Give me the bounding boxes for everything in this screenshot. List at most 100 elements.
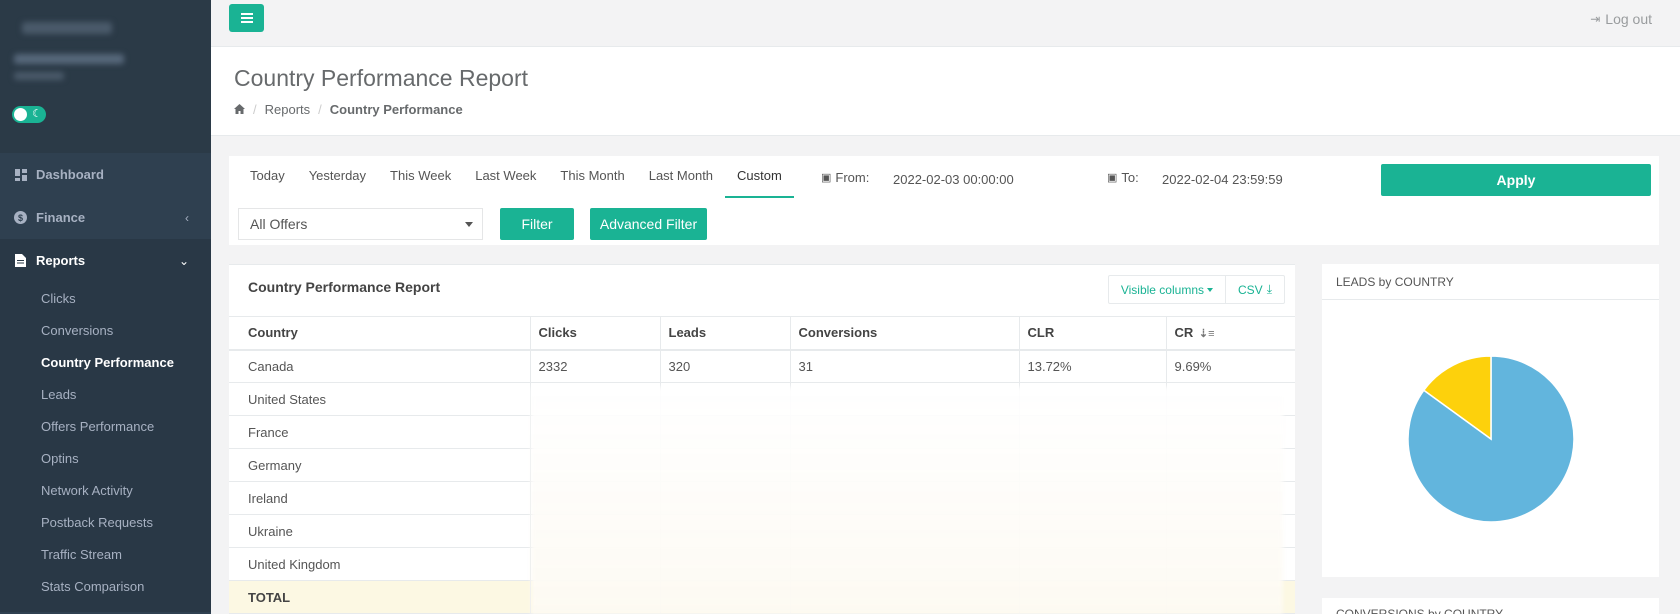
from-label-text: From:	[835, 170, 870, 185]
cell-clicks: 2332	[529, 349, 660, 383]
breadcrumb-current: Country Performance	[329, 102, 463, 117]
sidebar-subitem-country-performance[interactable]: Country Performance	[0, 346, 211, 378]
moon-icon: ☾	[32, 108, 42, 120]
csv-button[interactable]: CSV ⤓	[1225, 276, 1284, 303]
dollar-icon: $	[14, 211, 27, 224]
home-icon[interactable]	[234, 102, 245, 117]
cr-header-label: CR	[1174, 325, 1194, 341]
table-row: Canada 2332 320 31 13.72% 9.69%	[229, 349, 1295, 383]
svg-text:$: $	[18, 213, 23, 223]
column-header-cr[interactable]: CR ⇣≡	[1165, 316, 1295, 351]
tab-last-month[interactable]: Last Month	[637, 165, 725, 198]
caret-down-icon	[1207, 287, 1213, 292]
sidebar-item-finance[interactable]: $ Finance ‹	[0, 196, 211, 239]
filter-button[interactable]: Filter	[500, 208, 574, 240]
conversions-chart-title: CONVERSIONS by COUNTRY	[1336, 607, 1504, 614]
to-label: ▣ To:	[1107, 170, 1139, 185]
cell-country: Ireland	[229, 481, 530, 515]
offers-select[interactable]: All Offers	[238, 208, 483, 240]
sign-out-icon: ⇥	[1590, 12, 1601, 26]
tab-yesterday[interactable]: Yesterday	[297, 165, 378, 198]
sidebar-item-dashboard[interactable]: Dashboard	[0, 153, 211, 196]
cell-country: United Kingdom	[229, 547, 530, 581]
column-header-clr[interactable]: CLR	[1018, 316, 1166, 351]
conversions-chart-panel: CONVERSIONS by COUNTRY	[1322, 598, 1659, 614]
caret-down-icon	[465, 222, 473, 227]
report-actions: Visible columns CSV ⤓	[1107, 275, 1285, 304]
blurred-data-overlay	[531, 387, 1283, 614]
sidebar-subitem-optins[interactable]: Optins	[0, 442, 211, 474]
cell-country: United States	[229, 382, 530, 416]
cell-total-label: TOTAL	[229, 580, 530, 614]
sidebar-subitem-offers-performance[interactable]: Offers Performance	[0, 410, 211, 442]
page-title: Country Performance Report	[234, 65, 529, 91]
sidebar-item-reports[interactable]: Reports ⌄	[0, 239, 211, 282]
menu-toggle-button[interactable]	[229, 4, 264, 32]
hamburger-icon	[240, 13, 253, 23]
visible-columns-button[interactable]: Visible columns	[1109, 276, 1225, 303]
logo-blurred	[22, 22, 112, 34]
cell-conversions: 31	[789, 349, 1019, 383]
report-panel: Country Performance Report Visible colum…	[229, 264, 1295, 614]
to-label-text: To:	[1121, 170, 1139, 185]
leads-chart-title: LEADS by COUNTRY	[1322, 264, 1659, 300]
tab-this-month[interactable]: This Month	[548, 165, 636, 198]
cell-country: Canada	[229, 349, 530, 383]
filters-box: Today Yesterday This Week Last Week This…	[229, 156, 1659, 245]
tab-last-week[interactable]: Last Week	[463, 165, 548, 198]
toggle-knob	[14, 108, 27, 121]
logout-label: Log out	[1605, 11, 1652, 27]
sidebar-item-label: Finance	[36, 210, 86, 225]
sidebar-subitem-stats-comparison[interactable]: Stats Comparison	[0, 570, 211, 602]
dark-mode-toggle[interactable]: ☾	[12, 106, 46, 123]
logout-link[interactable]: ⇥ Log out	[1590, 11, 1652, 27]
sidebar-subitem-postback-requests[interactable]: Postback Requests	[0, 506, 211, 538]
sort-icon: ⇣≡	[1198, 328, 1215, 341]
column-header-country[interactable]: Country	[229, 316, 530, 351]
profile-area: ☾	[0, 0, 211, 153]
breadcrumb: / Reports / Country Performance	[234, 102, 1680, 117]
cell-leads: 320	[659, 349, 790, 383]
table-header-row: Country Clicks Leads Conversions CLR CR …	[229, 316, 1295, 351]
leads-chart-panel: LEADS by COUNTRY	[1322, 264, 1659, 577]
from-label: ▣ From:	[821, 170, 869, 185]
breadcrumb-reports[interactable]: Reports	[265, 102, 311, 117]
sidebar: ☾ Dashboard $ Finance ‹ Reports ⌄ Clicks…	[0, 0, 211, 614]
sidebar-subitem-network-activity[interactable]: Network Activity	[0, 474, 211, 506]
file-icon	[14, 254, 27, 267]
sidebar-item-label: Dashboard	[36, 167, 104, 182]
sidebar-subitem-clicks[interactable]: Clicks	[0, 282, 211, 314]
tab-this-week[interactable]: This Week	[378, 165, 463, 198]
column-header-clicks[interactable]: Clicks	[529, 316, 660, 351]
sidebar-subitem-conversions[interactable]: Conversions	[0, 314, 211, 346]
reports-submenu: Clicks Conversions Country Performance L…	[0, 282, 211, 612]
cell-cr: 9.69%	[1165, 349, 1295, 383]
offers-select-value: All Offers	[250, 216, 308, 232]
sidebar-item-label: Reports	[36, 253, 86, 268]
calendar-icon: ▣	[821, 172, 832, 184]
column-header-leads[interactable]: Leads	[659, 316, 790, 351]
breadcrumb-separator: /	[318, 102, 322, 117]
sidebar-subitem-traffic-stream[interactable]: Traffic Stream	[0, 538, 211, 570]
cell-country: Ukraine	[229, 514, 530, 548]
column-header-conversions[interactable]: Conversions	[789, 316, 1019, 351]
report-title: Country Performance Report	[248, 279, 441, 295]
breadcrumb-separator: /	[253, 102, 257, 117]
advanced-filter-button[interactable]: Advanced Filter	[590, 208, 707, 240]
csv-label: CSV	[1238, 282, 1263, 297]
calendar-icon: ▣	[1107, 172, 1118, 184]
to-date-input[interactable]: 2022-02-04 23:59:59	[1162, 172, 1283, 187]
apply-button[interactable]: Apply	[1381, 164, 1651, 196]
from-date-input[interactable]: 2022-02-03 00:00:00	[893, 172, 1014, 187]
chevron-down-icon: ⌄	[178, 253, 189, 268]
chevron-left-icon: ‹	[185, 210, 189, 225]
tab-today[interactable]: Today	[238, 165, 297, 198]
leads-pie-chart	[1407, 355, 1575, 523]
sidebar-subitem-leads[interactable]: Leads	[0, 378, 211, 410]
cell-clr: 13.72%	[1018, 349, 1166, 383]
dashboard-icon	[14, 168, 27, 181]
tab-custom[interactable]: Custom	[725, 165, 794, 198]
cell-country: Germany	[229, 448, 530, 482]
visible-columns-label: Visible columns	[1120, 282, 1204, 297]
top-bar: ⇥ Log out	[211, 0, 1680, 47]
